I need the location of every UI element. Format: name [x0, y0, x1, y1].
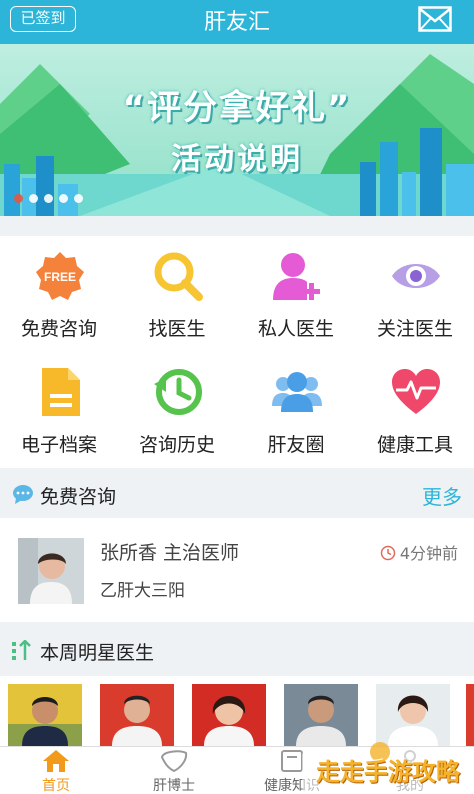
consult-topic: 乙肝大三阳	[100, 581, 185, 601]
grid-label: 关注医生	[376, 318, 453, 340]
consult-time: 4分钟前	[380, 540, 458, 564]
search-icon	[154, 252, 203, 301]
grid-item-followed-doctors[interactable]: 关注医生	[356, 236, 474, 352]
star-doctor-photo[interactable]	[192, 684, 266, 746]
star-doctors-header: 本周明星医生	[0, 626, 474, 674]
section-title: 免费咨询	[40, 486, 117, 508]
liver-icon	[160, 750, 188, 773]
grid-label: 私人医生	[257, 318, 334, 340]
promo-banner[interactable]: “评分拿好礼” 活动说明	[0, 44, 474, 216]
more-link[interactable]: 更多	[422, 481, 462, 510]
grid-item-health-tools[interactable]: 健康工具	[356, 352, 474, 468]
tab-label: 肝博士	[153, 778, 195, 794]
grid-item-find-doctor[interactable]: 找医生	[118, 236, 236, 352]
grid-label: 电子档案	[20, 434, 97, 456]
grid-label: 咨询历史	[138, 434, 215, 456]
carousel-dot[interactable]	[14, 194, 23, 203]
carousel-dot[interactable]	[59, 194, 68, 203]
history-icon	[154, 369, 202, 415]
group-icon	[272, 372, 322, 412]
grid-label: 免费咨询	[20, 318, 97, 340]
quick-function-grid: FREE 免费咨询 找医生 私人医生 关注医生 电子档案 咨询历史 肝友圈 健康…	[0, 236, 474, 468]
carousel-dot[interactable]	[74, 194, 83, 203]
chat-bubble-icon	[13, 485, 33, 504]
doctor-avatar	[18, 538, 84, 604]
grid-item-private-doctor[interactable]: 私人医生	[237, 236, 355, 352]
star-doctor-photo[interactable]	[284, 684, 358, 746]
banner-illustration	[0, 54, 474, 216]
carousel-dot[interactable]	[29, 194, 38, 203]
tab-label: 首页	[42, 778, 70, 794]
heart-pulse-icon	[392, 369, 440, 414]
banner-subheadline: 活动说明	[171, 142, 303, 177]
svg-text:FREE: FREE	[44, 270, 76, 284]
watermark-text: 走走手游攻略	[316, 758, 460, 786]
ranking-icon	[12, 640, 31, 660]
grid-item-consult-history[interactable]: 咨询历史	[118, 352, 236, 468]
tab-liver-doctor[interactable]: 肝博士	[118, 747, 230, 794]
grid-label: 健康工具	[376, 434, 453, 456]
clock-icon	[380, 545, 396, 561]
home-icon	[43, 750, 69, 772]
star-doctors-carousel	[0, 676, 474, 746]
carousel-dot[interactable]	[44, 194, 53, 203]
grid-item-liver-circle[interactable]: 肝友圈	[237, 352, 355, 468]
mail-icon[interactable]	[418, 6, 452, 32]
consult-list-item[interactable]: 张所香 主治医师 乙肝大三阳 4分钟前	[0, 518, 474, 622]
document-icon	[42, 368, 80, 416]
eye-icon	[392, 264, 440, 288]
banner-headline: “评分拿好礼”	[122, 88, 352, 128]
star-doctor-photo[interactable]	[466, 684, 474, 746]
add-person-icon	[273, 253, 320, 300]
app-header: 已签到 肝友汇	[0, 0, 474, 44]
doctor-name: 张所香 主治医师	[100, 542, 240, 564]
grid-item-free-consult[interactable]: FREE 免费咨询	[0, 236, 118, 352]
grid-label: 肝友圈	[267, 434, 325, 456]
consult-time-text: 4分钟前	[399, 544, 458, 563]
star-doctor-photo[interactable]	[8, 684, 82, 746]
tab-home[interactable]: 首页	[0, 747, 112, 794]
free-badge-icon: FREE	[36, 252, 84, 300]
free-consult-header: 免费咨询 更多	[0, 470, 474, 518]
page-title: 肝友汇	[203, 10, 270, 35]
star-doctor-photo[interactable]	[100, 684, 174, 746]
carousel-indicators	[14, 194, 83, 204]
grid-label: 找医生	[148, 318, 206, 340]
grid-item-e-records[interactable]: 电子档案	[0, 352, 118, 468]
section-title: 本周明星医生	[40, 642, 155, 664]
star-doctor-photo[interactable]	[376, 684, 450, 746]
